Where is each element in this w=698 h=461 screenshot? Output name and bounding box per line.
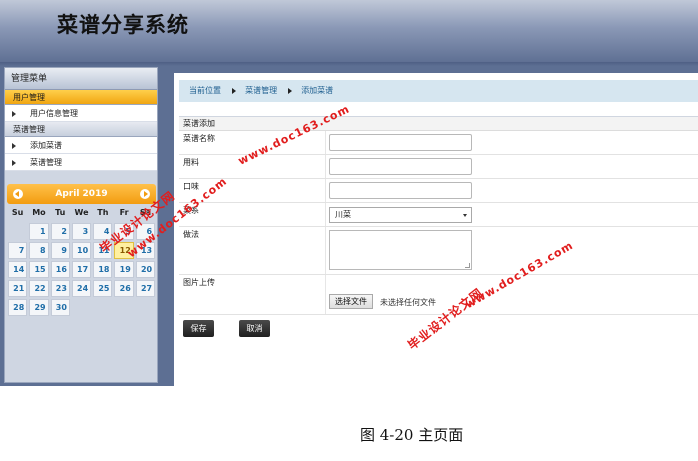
file-status: 未选择任何文件 [380,298,436,307]
field-label: 图片上传 [183,278,215,287]
ingredients-input[interactable] [329,158,472,175]
column-divider [325,131,326,154]
choose-file-button[interactable]: 选择文件 [329,294,373,309]
calendar-month-label: April 2019 [55,189,108,199]
prev-month-icon[interactable] [13,189,23,199]
arrow-right-icon [12,111,16,117]
weekday-label: Th [97,208,109,217]
cancel-button[interactable]: 取消 [239,320,270,337]
breadcrumb: 当前位置 菜谱管理 添加菜谱 [179,80,698,102]
field-label: 用料 [183,158,199,167]
calendar-days: 1 2 3 4 5 6 7 8 9 10 11 12 13 14 15 16 17 18 19 20 21 22 23 24 2… [7,222,156,317]
calendar-day[interactable]: 24 [71,280,92,297]
sidebar-item-label: 添加菜谱 [30,141,62,150]
weekday-label: Su [11,208,24,217]
figure-caption: 图 4-20 主页面 [360,426,464,444]
breadcrumb-separator-icon [287,87,292,94]
weekday-label: Mo [32,208,46,217]
form-row-image: 图片上传 [179,275,698,291]
breadcrumb-item[interactable]: 当前位置 [189,86,221,95]
sidebar-group-user-management[interactable]: 用户管理 [5,90,157,105]
app-title: 菜谱分享系统 [57,13,189,37]
calendar-day[interactable]: 8 [29,242,49,259]
sidebar-item-recipe-list[interactable]: 菜谱管理 [5,154,157,171]
sidebar-group-recipe-management[interactable]: 菜谱管理 [5,122,157,137]
calendar-day[interactable]: 28 [8,299,28,316]
breadcrumb-separator-icon [231,87,236,94]
calendar-day[interactable]: 16 [50,261,70,278]
calendar-day[interactable]: 3 [71,223,92,240]
chevron-down-icon [463,214,467,217]
sidebar-item-label: 菜谱管理 [30,158,62,167]
cuisine-select-value: 川菜 [335,210,351,219]
column-divider [325,179,326,202]
calendar-day[interactable]: 22 [29,280,49,297]
calendar-day[interactable]: 10 [71,242,92,259]
form-title: 菜谱添加 [179,117,698,131]
column-divider [325,155,326,178]
form-row-taste: 口味 [179,179,698,203]
calendar-day[interactable]: 20 [135,261,156,278]
resize-grip-icon[interactable] [465,263,470,268]
calendar-day[interactable]: 1 [29,223,49,240]
main-content: 当前位置 菜谱管理 添加菜谱 菜谱添加 菜谱名称 用料 口味 菜系 川菜 做法 … [174,73,698,386]
arrow-right-icon [12,160,16,166]
cuisine-select[interactable]: 川菜 [329,207,472,223]
calendar-day[interactable]: 14 [8,261,28,278]
sidebar-item-user-info[interactable]: 用户信息管理 [5,105,157,122]
breadcrumb-item[interactable]: 菜谱管理 [245,86,277,95]
taste-input[interactable] [329,182,472,199]
calendar-day[interactable]: 19 [114,261,134,278]
arrow-right-icon [12,143,16,149]
next-month-icon[interactable] [140,189,150,199]
recipe-name-input[interactable] [329,134,472,151]
calendar-day[interactable]: 27 [135,280,156,297]
calendar-day[interactable]: 26 [114,280,134,297]
calendar-day[interactable]: 7 [8,242,28,259]
field-label: 菜谱名称 [183,134,215,143]
column-divider [325,291,326,314]
header-divider [0,62,698,66]
calendar-blank [8,223,27,240]
header: 菜谱分享系统 [0,0,698,62]
calendar-day[interactable]: 29 [29,299,49,316]
weekday-label: Tu [55,208,66,217]
calendar-day[interactable]: 17 [71,261,92,278]
method-textarea[interactable] [329,230,472,270]
sidebar-item-add-recipe[interactable]: 添加菜谱 [5,137,157,154]
form-row-cuisine: 菜系 川菜 [179,203,698,227]
calendar-day[interactable]: 18 [93,261,113,278]
calendar-day[interactable]: 15 [29,261,49,278]
column-divider [325,203,326,226]
calendar-day[interactable]: 2 [50,223,70,240]
form-row-method: 做法 [179,227,698,275]
save-button[interactable]: 保存 [183,320,214,337]
column-divider [325,275,326,291]
calendar-day[interactable]: 23 [50,280,70,297]
field-label: 口味 [183,182,199,191]
breadcrumb-item[interactable]: 添加菜谱 [301,86,333,95]
calendar-day[interactable]: 25 [93,280,113,297]
field-label: 做法 [183,230,199,239]
column-divider [325,227,326,274]
calendar-header: April 2019 [7,184,156,204]
sidebar-item-label: 用户信息管理 [30,109,78,118]
calendar-day[interactable]: 9 [50,242,70,259]
sidebar-title: 管理菜单 [5,68,157,90]
weekday-label: We [74,208,89,217]
calendar-day[interactable]: 30 [50,299,70,316]
app-window: 菜谱分享系统 管理菜单 用户管理 用户信息管理 菜谱管理 添加菜谱 菜谱管理 A… [0,0,698,386]
calendar-day[interactable]: 21 [8,280,28,297]
